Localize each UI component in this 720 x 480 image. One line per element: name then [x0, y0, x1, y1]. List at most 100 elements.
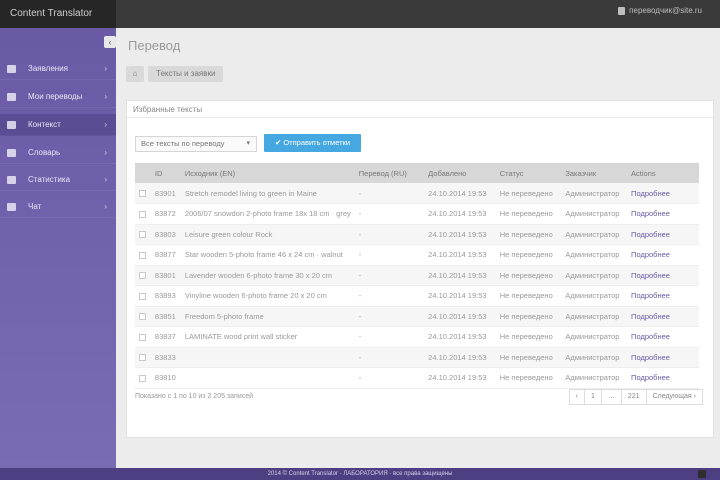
- table-row[interactable]: 83801 Lavender wooden 6-photo frame 30 x …: [135, 265, 699, 286]
- pagination-next[interactable]: Следующая ›: [645, 389, 703, 405]
- pagination: ‹ 1 … 221 Следующая ›: [568, 389, 703, 405]
- pagination-ellipsis: …: [600, 389, 622, 405]
- row-checkbox: [135, 286, 151, 307]
- table-row[interactable]: 83803 Leisure green colour Rock - 24.10.201…: [135, 224, 699, 245]
- table-row[interactable]: 83877 Star wooden 5-photo frame 46 x 24 c…: [135, 245, 699, 266]
- sidebar-item-label: Контекст: [28, 120, 61, 129]
- cell-status: Не переведено: [499, 373, 553, 383]
- table-row[interactable]: 83833 - 24.10.2014 19:53 Не переведено Админ…: [135, 347, 699, 368]
- row-checkbox: [135, 245, 151, 266]
- column-header-target[interactable]: Перевод (RU): [355, 163, 424, 183]
- row-checkbox[interactable]: [139, 231, 146, 239]
- row-checkbox[interactable]: [139, 190, 146, 198]
- column-header-client[interactable]: Заказчик: [561, 163, 627, 183]
- table-row[interactable]: 83872 2006/07 snowdon 2-photo frame 18x 1…: [135, 204, 699, 225]
- main-content: Перевод ⌂ Тексты и заявки Избранные текс…: [116, 28, 720, 468]
- send-marks-button[interactable]: ✔ Отправить отметки: [264, 134, 361, 152]
- cell-target: -: [358, 291, 362, 301]
- column-header-date[interactable]: Добавлено: [424, 163, 496, 183]
- cell-client: Администратор: [565, 332, 620, 342]
- cell-target: -: [358, 311, 362, 321]
- scroll-top-button[interactable]: [698, 470, 706, 478]
- row-checkbox[interactable]: [139, 292, 146, 300]
- breadcrumb-current[interactable]: Тексты и заявки: [148, 66, 224, 82]
- pagination-page-last[interactable]: 221: [620, 389, 647, 405]
- chevron-right-icon: ›: [104, 202, 107, 211]
- table-row[interactable]: 83893 Vinyline wooden 6-photo frame 20 x …: [135, 286, 699, 307]
- cell-action[interactable]: Подробнее: [627, 286, 699, 307]
- row-checkbox[interactable]: [139, 354, 146, 362]
- cell-target: -: [358, 188, 362, 198]
- table-row[interactable]: 83851 Freedom 5-photo frame - 24.10.2014 19…: [135, 306, 699, 327]
- cell-date: 24.10.2014 19:53: [428, 311, 487, 321]
- column-header-id[interactable]: ID: [151, 163, 181, 183]
- page-title: Перевод: [128, 38, 181, 53]
- cell-client: Администратор: [565, 250, 620, 260]
- cell-action[interactable]: Подробнее: [627, 245, 699, 266]
- pagination-page-1[interactable]: 1: [583, 389, 602, 405]
- row-checkbox: [135, 368, 151, 389]
- pagination-prev[interactable]: ‹: [568, 389, 585, 405]
- cell-id: 83877: [154, 250, 176, 260]
- top-bar: Content Translator переводчик@site.ru: [0, 0, 720, 28]
- cell-id: 83893: [154, 291, 176, 301]
- cell-id: 83872: [154, 209, 176, 219]
- sidebar-item-label: Заявления: [28, 64, 69, 73]
- chevron-right-icon: ›: [104, 92, 107, 101]
- row-checkbox[interactable]: [139, 251, 146, 259]
- sidebar-item-my-translations[interactable]: Мои переводы ›: [0, 86, 116, 108]
- row-checkbox[interactable]: [139, 374, 146, 382]
- divider: [127, 117, 713, 118]
- cell-action[interactable]: Подробнее: [627, 265, 699, 286]
- table-row[interactable]: 83837 LAMINATE wood print wall sticker - 24…: [135, 327, 699, 348]
- panel-title: Избранные тексты: [133, 105, 203, 114]
- cell-status: Не переведено: [499, 229, 553, 239]
- column-header-status[interactable]: Статус: [496, 163, 562, 183]
- cell-target: -: [358, 270, 362, 280]
- sidebar-item-requests[interactable]: Заявления ›: [0, 58, 116, 80]
- sidebar-item-context[interactable]: Контекст ›: [0, 114, 116, 136]
- sidebar-collapse-icon[interactable]: ‹: [104, 36, 116, 48]
- list-icon: [7, 121, 16, 129]
- row-checkbox[interactable]: [139, 272, 146, 280]
- cell-action[interactable]: Подробнее: [627, 327, 699, 348]
- row-checkbox[interactable]: [139, 313, 146, 321]
- cell-status: Не переведено: [499, 250, 553, 260]
- cell-action[interactable]: Подробнее: [627, 306, 699, 327]
- table-row[interactable]: 83901 Stretch remodel living to green in …: [135, 183, 699, 204]
- cell-status: Не переведено: [499, 352, 553, 362]
- cell-client: Администратор: [565, 188, 620, 198]
- cell-action[interactable]: Подробнее: [627, 204, 699, 225]
- column-header-source[interactable]: Исходник (EN): [181, 163, 355, 183]
- sidebar-item-label: Мои переводы: [28, 92, 83, 101]
- chevron-right-icon: ›: [104, 175, 107, 184]
- filter-select[interactable]: Все тексты по переводу ▾: [135, 136, 257, 152]
- cell-target: -: [358, 209, 362, 219]
- table-row[interactable]: 83810 - 24.10.2014 19:53 Не переведено Админ…: [135, 368, 699, 389]
- home-icon[interactable]: ⌂: [126, 66, 144, 82]
- home-icon: [7, 65, 16, 73]
- cell-date: 24.10.2014 19:53: [428, 250, 487, 260]
- texts-panel: Избранные тексты Все тексты по переводу …: [126, 100, 714, 438]
- cell-action[interactable]: Подробнее: [627, 368, 699, 389]
- sidebar-item-label: Статистика: [28, 175, 71, 184]
- cell-source: Vinyline wooden 6-photo frame 20 x 20 cm: [184, 291, 327, 301]
- cell-date: 24.10.2014 19:53: [428, 291, 487, 301]
- row-checkbox: [135, 204, 151, 225]
- sidebar-item-chat[interactable]: Чат ›: [0, 196, 116, 218]
- cell-action[interactable]: Подробнее: [627, 347, 699, 368]
- cell-status: Не переведено: [499, 209, 553, 219]
- sidebar: Заявления › Мои переводы › Контекст › Сл…: [0, 28, 116, 468]
- row-checkbox[interactable]: [139, 210, 146, 218]
- brand-logo[interactable]: Content Translator: [0, 0, 116, 28]
- cell-action[interactable]: Подробнее: [627, 224, 699, 245]
- sidebar-item-dictionary[interactable]: Словарь ›: [0, 142, 116, 164]
- cell-date: 24.10.2014 19:53: [428, 332, 487, 342]
- cell-date: 24.10.2014 19:53: [428, 270, 487, 280]
- sidebar-item-statistics[interactable]: Статистика ›: [0, 169, 116, 191]
- cell-client: Администратор: [565, 311, 620, 321]
- cell-action[interactable]: Подробнее: [627, 183, 699, 204]
- row-checkbox[interactable]: [139, 333, 146, 341]
- user-menu[interactable]: переводчик@site.ru: [618, 6, 702, 15]
- cell-date: 24.10.2014 19:53: [428, 188, 487, 198]
